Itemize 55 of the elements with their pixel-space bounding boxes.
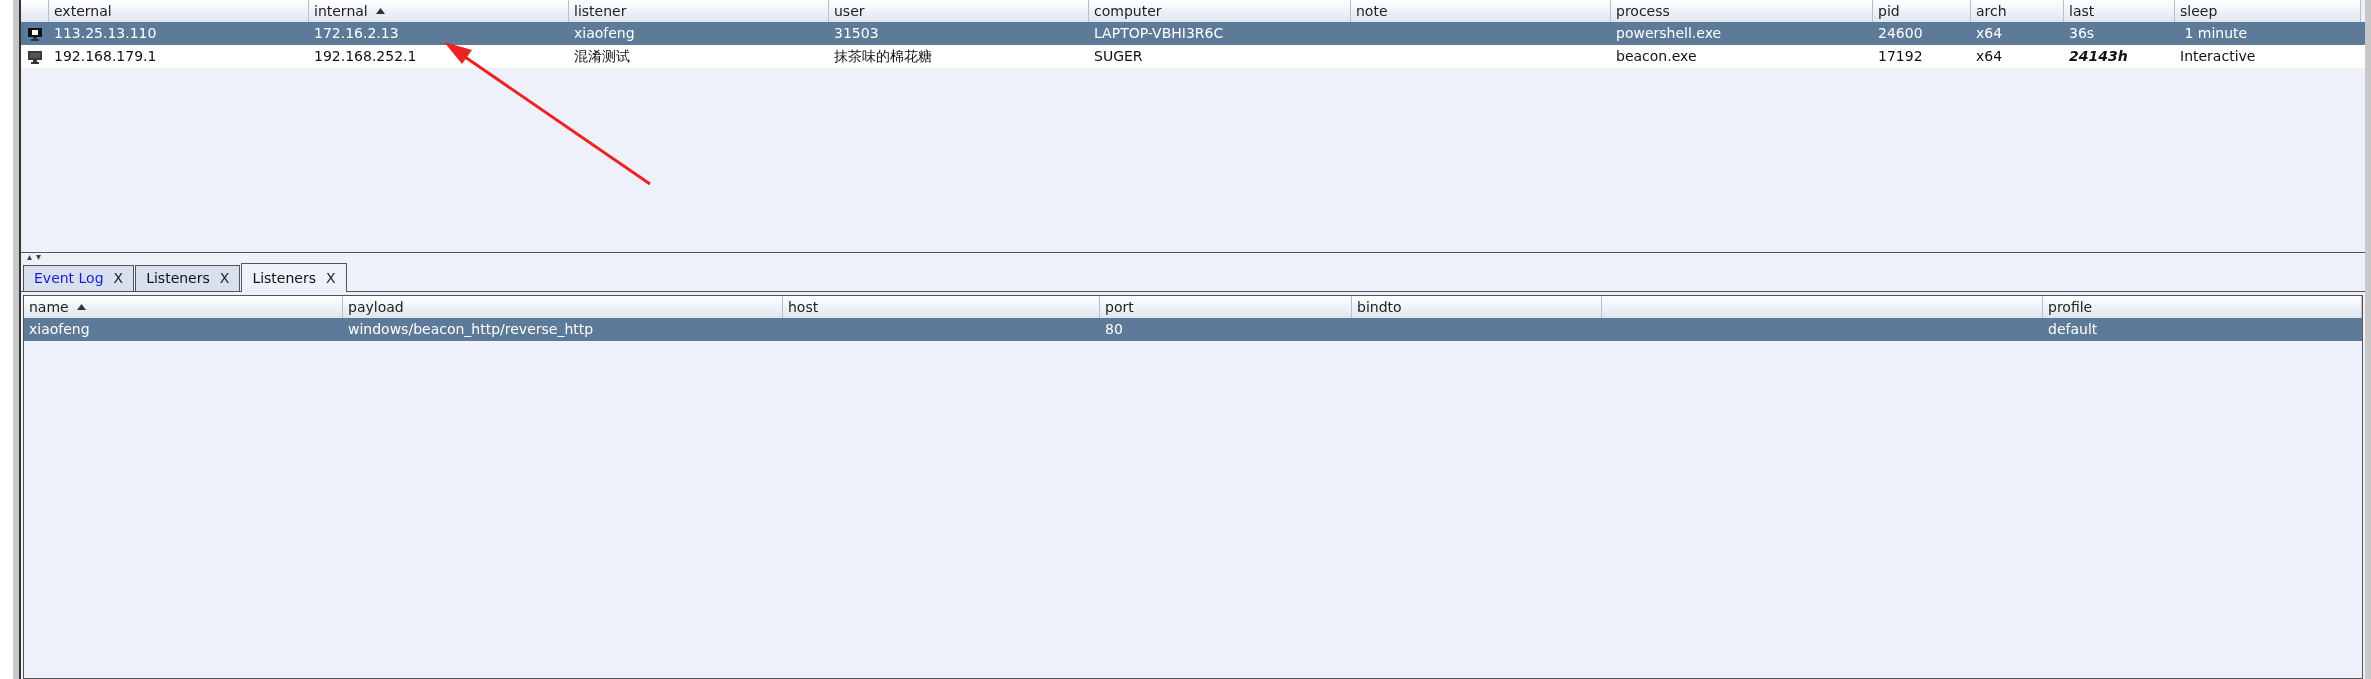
session-row[interactable]: 113.25.13.110 172.16.2.13 xiaofeng 31503 LAPTOP-VBHI3R6C powershell.exe 24600 x64 36s 1 minute [21, 22, 2365, 45]
sort-ascending-icon [76, 304, 86, 310]
table-cell: 抹茶味的棉花糖 [834, 48, 932, 64]
column-header[interactable]: listener [569, 0, 829, 22]
table-cell-text: 1 minute [2183, 25, 2248, 41]
table-cell: xiaofeng [29, 321, 90, 337]
table-cell: LAPTOP-VBHI3R6C [1094, 25, 1224, 41]
splitter-arrows-icon[interactable] [27, 255, 41, 260]
tab[interactable]: Event Log X [23, 265, 135, 291]
tab[interactable]: Listeners X [135, 265, 241, 291]
close-tab-button[interactable]: X [326, 267, 336, 289]
column-header[interactable] [21, 0, 49, 22]
column-header[interactable] [1602, 296, 2043, 318]
table-cell: 192.168.179.1 [54, 48, 157, 64]
table-cell: x64 [1976, 25, 2003, 41]
table-cell: 31503 [834, 25, 879, 41]
column-header[interactable]: bindto [1352, 296, 1602, 318]
column-header[interactable]: payload [343, 296, 783, 318]
table-cell: xiaofeng [574, 25, 635, 41]
table-cell: 24143h [2069, 48, 2128, 64]
column-header[interactable]: process [1611, 0, 1873, 22]
column-header[interactable]: port [1100, 296, 1352, 318]
table-cell: windows/beacon_http/reverse_http [348, 321, 594, 337]
listener-row[interactable]: xiaofeng windows/beacon_http/reverse_http 80 default [24, 318, 2362, 341]
table-cell: 24600 [1878, 25, 1923, 41]
table-cell: beacon.exe [1616, 48, 1697, 64]
table-cell: 17192 [1878, 48, 1923, 64]
table-cell: 172.16.2.13 [314, 25, 399, 41]
table-cell: Interactive [2180, 48, 2256, 64]
column-header[interactable]: internal [309, 0, 569, 22]
table-cell: x64 [1976, 48, 2003, 64]
table-cell: 80 [1105, 321, 1123, 337]
close-tab-button[interactable]: X [113, 268, 124, 289]
column-header[interactable]: sleep [2175, 0, 2361, 22]
sort-ascending-icon [375, 8, 385, 14]
table-cell: SUGER [1094, 48, 1143, 64]
column-header[interactable]: note [1351, 0, 1611, 22]
table-cell: 混淆测试 [574, 48, 630, 64]
column-header[interactable]: host [783, 296, 1100, 318]
table-cell: 192.168.252.1 [314, 48, 417, 64]
column-header[interactable]: computer [1089, 0, 1351, 22]
column-header[interactable]: arch [1971, 0, 2064, 22]
column-header[interactable]: profile [2043, 296, 2362, 318]
column-header[interactable]: user [829, 0, 1089, 22]
column-header[interactable]: last [2064, 0, 2175, 22]
table-cell: 113.25.13.110 [54, 25, 157, 41]
table-cell: default [2048, 321, 2098, 337]
session-row[interactable]: 192.168.179.1 192.168.252.1 混淆测试 抹茶味的棉花糖 SUGER beacon.exe 17192 x64 24143h Interactive [21, 45, 2365, 68]
tab[interactable]: Listeners X [241, 263, 347, 292]
close-tab-button[interactable]: X [219, 268, 230, 289]
column-header[interactable]: external [49, 0, 309, 22]
column-header[interactable]: name [24, 296, 343, 318]
table-cell: 36s [2069, 25, 2095, 41]
table-cell: powershell.exe [1616, 25, 1722, 41]
column-header[interactable]: pid [1873, 0, 1971, 22]
